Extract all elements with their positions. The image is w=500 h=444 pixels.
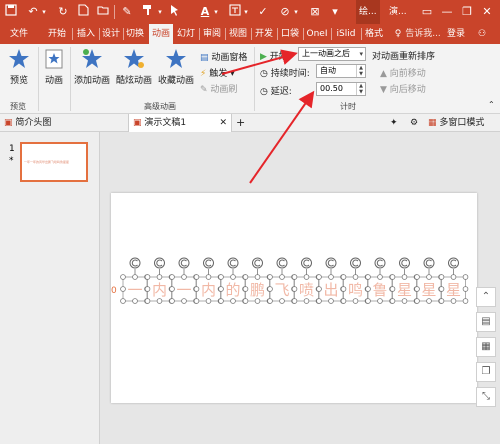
annotation-arrow-start (221, 49, 298, 75)
annotation-arrow-delay (249, 90, 315, 184)
annotation-layer (221, 49, 315, 184)
